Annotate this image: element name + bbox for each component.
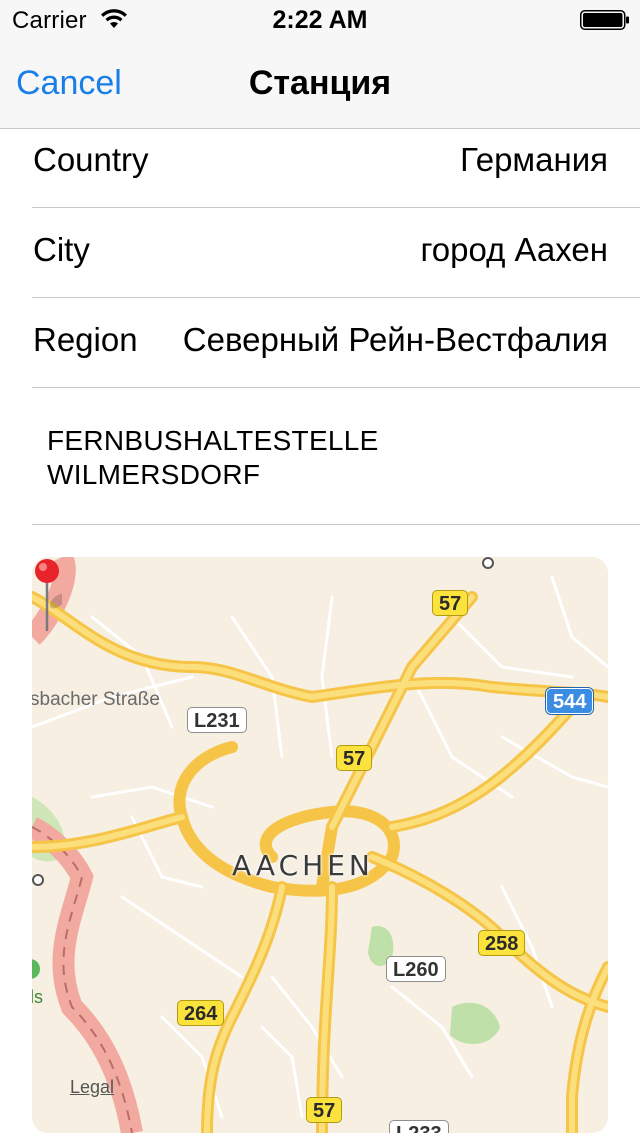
road-shield-a57: 57	[432, 590, 469, 616]
city-map-label: AACHEN	[232, 849, 374, 882]
road-shield-264: 264	[177, 1000, 225, 1026]
poi-marker	[482, 557, 494, 569]
legal-link[interactable]: Legal	[70, 1077, 114, 1098]
address-row: FERNBUSHALTESTELLE WILMERSDORF	[32, 388, 640, 525]
park-marker	[32, 959, 40, 979]
road-shield-l233: L233	[389, 1120, 449, 1133]
road-shield-a57: 57	[306, 1097, 343, 1123]
country-value: Германия	[460, 141, 608, 178]
address-text: FERNBUSHALTESTELLE WILMERSDORF	[47, 424, 607, 492]
address-line-2: WILMERSDORF	[47, 459, 261, 490]
city-label: City	[33, 231, 90, 268]
park-label: ls	[32, 987, 43, 1007]
station-map[interactable]: 57 544 L231 57 258 L260 264 57 L233 sbac…	[32, 557, 608, 1133]
clock-time: 2:22 AM	[272, 6, 368, 34]
road-shield-a57: 57	[336, 745, 373, 771]
battery-icon	[580, 10, 629, 30]
road-shield-544: 544	[546, 688, 594, 714]
road-shield-l260: L260	[386, 956, 446, 982]
poi-marker	[32, 874, 44, 886]
city-value: город Аахен	[420, 231, 608, 268]
address-line-1: FERNBUSHALTESTELLE	[47, 425, 379, 456]
navigation-bar: Cancel Станция	[0, 40, 640, 129]
city-row: City город Аахен	[32, 208, 640, 298]
region-row: Region Северный Рейн-Вестфалия	[32, 298, 640, 388]
region-label: Region	[33, 321, 138, 358]
road-shield-258: 258	[478, 930, 526, 956]
park-area	[450, 1002, 500, 1045]
location-pin-icon[interactable]	[32, 557, 62, 635]
road-shield-l231: L231	[187, 707, 247, 733]
country-label: Country	[33, 141, 149, 178]
street-label: sbacher Straße	[32, 689, 160, 710]
status-bar: Carrier 2:22 AM	[0, 0, 640, 40]
region-value: Северный Рейн-Вестфалия	[182, 321, 608, 358]
map-roads	[32, 557, 608, 1133]
country-row: Country Германия	[32, 118, 640, 208]
page-title: Станция	[248, 64, 392, 102]
